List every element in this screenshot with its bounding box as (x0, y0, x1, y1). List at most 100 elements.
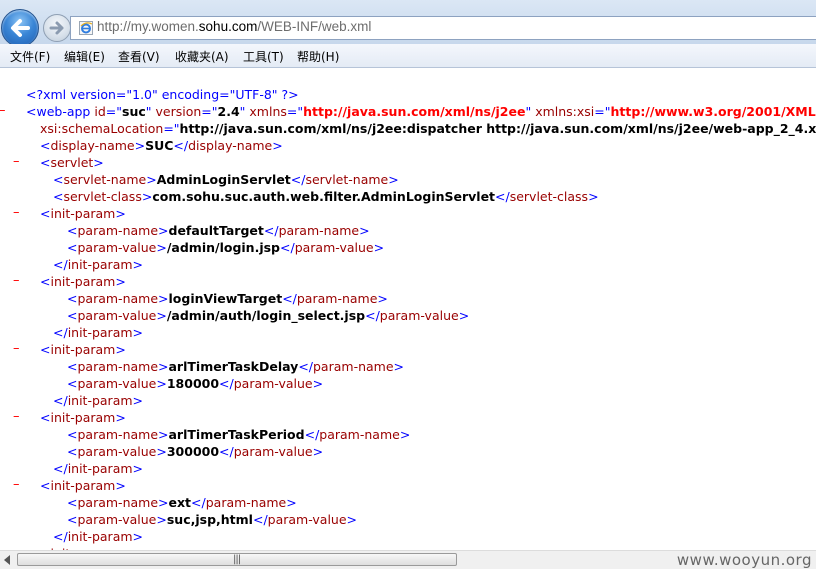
browser-toolbar: http://my.women.sohu.com/WEB-INF/web.xml (0, 0, 816, 47)
xml-tag-name: init-param (67, 461, 133, 476)
xml-markup: < (53, 189, 64, 204)
xml-attribute-name: xmlns (249, 104, 287, 119)
back-arrow-icon (11, 19, 30, 37)
xml-tag-name: param-value (77, 308, 157, 323)
xml-markup: > (158, 495, 169, 510)
xml-line: <servlet-class>com.sohu.suc.auth.web.fil… (53, 188, 599, 205)
xml-value: 2.4 (217, 104, 240, 119)
xml-tag-name: param-name (77, 291, 159, 306)
xml-tag-name: param-value (77, 240, 157, 255)
menu-file[interactable]: 文件(F) (10, 48, 50, 65)
xml-line: </init-param> (53, 392, 143, 409)
xml-value: http://java.sun.com/xml/ns/j2ee:dispatch… (179, 121, 816, 136)
xml-markup: " (525, 104, 536, 119)
menu-edit[interactable]: 编辑(E) (64, 48, 105, 65)
horizontal-scrollbar[interactable]: ||| www.wooyun.org (0, 550, 816, 569)
xml-tag-name: init-param (50, 478, 116, 493)
xml-markup: < (40, 478, 51, 493)
xml-markup: </ (282, 291, 297, 306)
xml-markup: > (388, 172, 399, 187)
xml-line: </init-param> (53, 528, 143, 545)
collapse-toggle[interactable]: – (13, 476, 20, 493)
xml-value: AdminLoginServlet (156, 172, 291, 187)
xml-markup: </ (219, 376, 234, 391)
xml-tag-name: param-name (319, 427, 400, 442)
xml-line: – <init-param> (13, 273, 126, 290)
xml-markup: > (346, 512, 358, 527)
xml-line: –<web-app id="suc" version="2.4" xmlns="… (0, 103, 816, 120)
collapse-toggle[interactable]: – (13, 204, 20, 221)
xml-line: <?xml version="1.0" encoding="UTF-8" ?> (26, 86, 299, 103)
xml-value: com.sohu.suc.auth.web.filter.AdminLoginS… (152, 189, 496, 204)
xml-markup: > (146, 172, 157, 187)
xml-document-view: <?xml version="1.0" encoding="UTF-8" ?> –… (0, 68, 816, 550)
xml-markup: > (156, 512, 167, 527)
xml-line: </init-param> (53, 460, 143, 477)
xml-attribute-name: xsi:schemaLocation (40, 121, 164, 136)
xml-line: <param-value>180000</param-value> (67, 375, 323, 392)
address-bar[interactable]: http://my.women.sohu.com/WEB-INF/web.xml (70, 16, 816, 40)
xml-markup: < (67, 240, 78, 255)
xml-value: suc (122, 104, 146, 119)
xml-value: defaultTarget (168, 223, 264, 238)
xml-markup: < (53, 172, 64, 187)
forward-arrow-icon (49, 21, 64, 35)
scrollbar-thumb[interactable]: ||| (17, 553, 457, 566)
xml-markup: =" (201, 104, 218, 119)
xml-markup: > (158, 427, 169, 442)
xml-namespace: http://java.sun.com/xml/ns/j2ee (303, 104, 526, 119)
xml-value: 300000 (166, 444, 220, 459)
menu-view[interactable]: 查看(V) (118, 48, 160, 65)
xml-markup: =" (594, 104, 611, 119)
scroll-left-icon[interactable] (4, 555, 10, 565)
xml-markup: > (359, 223, 370, 238)
xml-line: – <servlet> (13, 154, 104, 171)
xml-tag-name: init-param (50, 342, 116, 357)
xml-markup: > (115, 410, 126, 425)
xml-line: – <init-param> (13, 477, 126, 494)
xml-markup: > (132, 325, 144, 340)
xml-line: <param-value>/admin/auth/login_select.js… (67, 307, 469, 324)
xml-markup: </ (53, 325, 68, 340)
xml-markup: > (158, 291, 169, 306)
xml-tag-name: init-param (50, 410, 116, 425)
xml-markup: < (67, 291, 78, 306)
collapse-toggle[interactable]: – (13, 340, 20, 357)
xml-value: SUC (145, 138, 174, 153)
xml-markup: > (115, 342, 126, 357)
xml-markup: < (40, 155, 51, 170)
xml-attribute-name: version (155, 104, 202, 119)
xml-tag-name: param-value (294, 240, 374, 255)
menu-favorites[interactable]: 收藏夹(A) (175, 48, 229, 65)
xml-markup: > (156, 376, 167, 391)
url-text[interactable]: http://my.women.sohu.com/WEB-INF/web.xml (97, 19, 371, 34)
xml-markup: < (40, 342, 51, 357)
forward-button[interactable] (43, 14, 71, 42)
ie-page-icon (79, 21, 93, 35)
xml-tag-name: param-name (77, 359, 159, 374)
collapse-toggle[interactable]: – (13, 153, 20, 170)
xml-tag-name: init-param (50, 206, 116, 221)
xml-value: /admin/auth/login_select.jsp (166, 308, 366, 323)
collapse-toggle[interactable]: – (13, 408, 20, 425)
menu-tools[interactable]: 工具(T) (243, 48, 284, 65)
xml-tag-name: param-value (267, 512, 347, 527)
xml-markup: < (67, 376, 78, 391)
xml-tag-name: param-name (205, 495, 287, 510)
xml-line: </init-param> (53, 324, 143, 341)
collapse-toggle[interactable]: – (13, 272, 20, 289)
xml-markup: > (393, 359, 405, 374)
xml-markup: " (239, 104, 250, 119)
xml-markup: > (156, 308, 167, 323)
xml-markup: </ (219, 444, 234, 459)
xml-markup: > (115, 478, 126, 493)
menu-help[interactable]: 帮助(H) (297, 48, 339, 65)
xml-markup: > (93, 155, 104, 170)
back-button[interactable] (1, 9, 39, 47)
xml-markup: < (40, 410, 51, 425)
xml-markup: =" (286, 104, 304, 119)
collapse-toggle[interactable]: – (0, 102, 6, 119)
xml-tag-name: display-name (50, 138, 135, 153)
xml-markup: </ (173, 138, 189, 153)
xml-markup: > (156, 444, 167, 459)
